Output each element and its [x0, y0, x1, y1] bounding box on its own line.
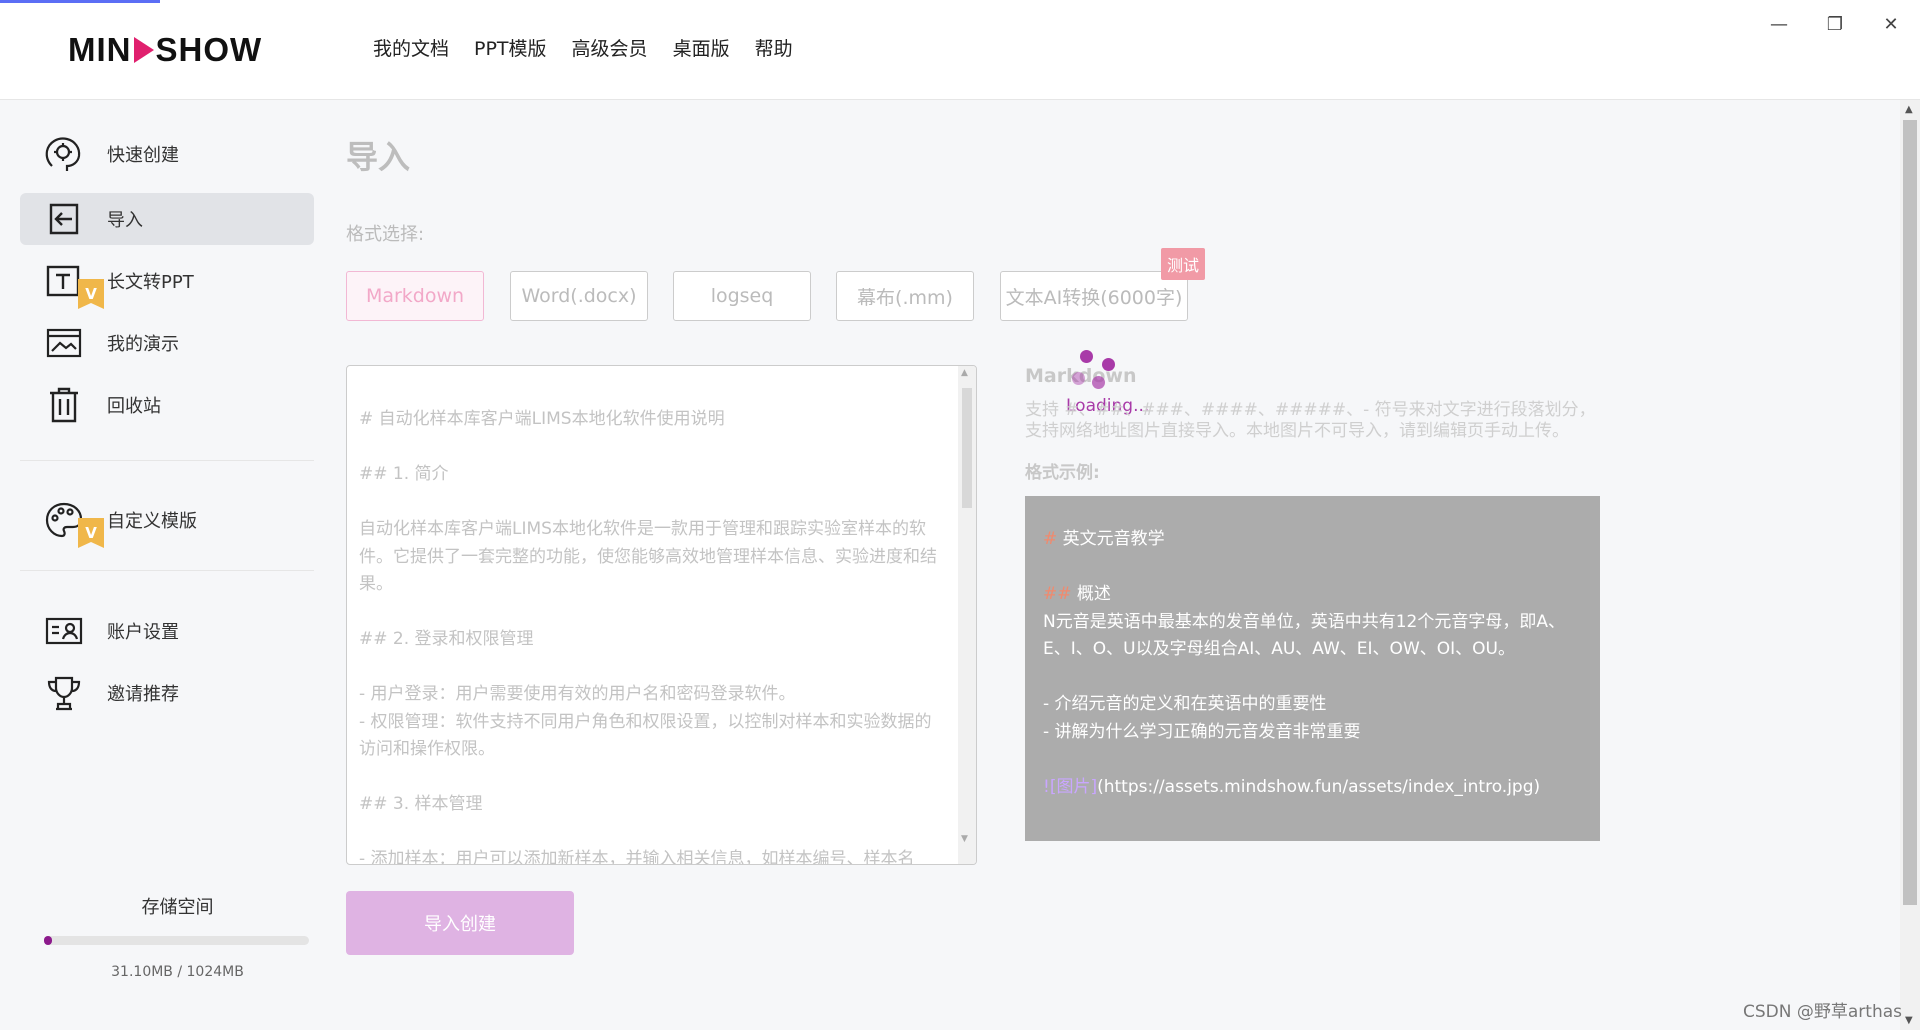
sidebar-item-quick-create[interactable]: 快速创建	[20, 128, 314, 180]
sidebar-item-label: 自定义模版	[107, 511, 197, 532]
example-box: # 英文元音教学 ## 概述 N元音是英语中最基本的发音单位，英语中共有12个元…	[1025, 496, 1600, 841]
example-h2: ## 概述	[1043, 584, 1111, 604]
example-list-item: - 讲解为什么学习正确的元音发音非常重要	[1043, 721, 1361, 742]
import-icon	[42, 197, 86, 241]
format-markdown-button[interactable]: Markdown	[346, 271, 484, 321]
example-label: 格式示例:	[1025, 463, 1100, 483]
account-icon	[42, 609, 86, 653]
vip-badge-icon: V	[78, 279, 104, 309]
spinner-dot	[1080, 350, 1093, 363]
sidebar-item-label: 回收站	[107, 396, 161, 417]
main-content: 导入 格式选择: Markdown Word(.docx) logseq 幕布(…	[330, 100, 1900, 1030]
storage-usage-text: 31.10MB / 1024MB	[111, 964, 244, 980]
brain-icon	[42, 132, 86, 176]
scroll-up-icon[interactable]: ▲	[961, 368, 968, 378]
help-description: 支持 #、##、###、####、#####、- 符号来对文字进行段落划分，支持…	[1025, 400, 1596, 441]
scroll-down-icon[interactable]: ▼	[1905, 1015, 1913, 1026]
markdown-editor[interactable]: # 自动化样本库客户端LIMS本地化软件使用说明 ## 1. 简介 自动化样本库…	[346, 365, 977, 865]
vip-badge-icon: V	[78, 518, 104, 548]
editor-scrollbar[interactable]: ▲ ▼	[958, 366, 976, 864]
play-icon	[133, 37, 154, 63]
editor-content[interactable]: # 自动化样本库客户端LIMS本地化软件使用说明 ## 1. 简介 自动化样本库…	[359, 406, 939, 864]
trash-icon	[42, 383, 86, 427]
test-badge: 测试	[1161, 248, 1206, 280]
trophy-icon	[42, 671, 86, 715]
page-title: 导入	[346, 138, 411, 176]
mindshow-logo[interactable]: MIN SHOW	[68, 30, 262, 70]
format-word-button[interactable]: Word(.docx)	[510, 271, 648, 321]
sidebar: 快速创建 导入 V 长文转PPT 我的演示 回收站 V 自定义模版 账户设置 邀…	[0, 100, 330, 1030]
nav-desktop[interactable]: 桌面版	[673, 34, 730, 61]
logo-text-right: SHOW	[155, 31, 263, 68]
page-scroll-thumb[interactable]	[1903, 120, 1917, 905]
storage-title: 存储空间	[141, 897, 214, 918]
example-paragraph: N元音是英语中最基本的发音单位，英语中共有12个元音字母，即A、E、I、O、U以…	[1043, 611, 1565, 660]
sidebar-item-my-presentations[interactable]: 我的演示	[20, 317, 314, 369]
format-logseq-button[interactable]: logseq	[673, 271, 811, 321]
sidebar-item-label: 快速创建	[107, 145, 179, 166]
sidebar-item-label: 长文转PPT	[107, 272, 194, 293]
format-ai-text-button[interactable]: 文本AI转换(6000字)	[1000, 271, 1188, 321]
nav-help[interactable]: 帮助	[755, 34, 793, 61]
sidebar-item-label: 账户设置	[107, 622, 179, 643]
sidebar-item-label: 导入	[107, 210, 143, 231]
example-list-item: - 介绍元音的定义和在英语中的重要性	[1043, 694, 1327, 714]
sidebar-item-import[interactable]: 导入	[20, 193, 314, 245]
top-nav: 我的文档 PPT模版 高级会员 桌面版 帮助	[373, 34, 818, 61]
sidebar-item-custom-template[interactable]: V 自定义模版	[20, 494, 314, 548]
scroll-down-icon[interactable]: ▼	[961, 834, 968, 844]
window-controls: — ❐ ✕	[1768, 14, 1902, 35]
slides-icon	[42, 321, 86, 365]
close-icon[interactable]: ✕	[1880, 14, 1902, 35]
nav-premium[interactable]: 高级会员	[572, 34, 648, 61]
nav-my-docs[interactable]: 我的文档	[373, 34, 449, 61]
sidebar-divider	[20, 570, 314, 571]
sidebar-item-recycle-bin[interactable]: 回收站	[20, 379, 314, 431]
storage-progress-bar	[44, 936, 309, 945]
format-label: 格式选择:	[346, 224, 425, 245]
example-image-link: ![图片](https://assets.mindshow.fun/assets…	[1043, 776, 1541, 797]
sidebar-divider	[20, 460, 314, 461]
spinner-dot	[1092, 376, 1105, 389]
format-mubu-button[interactable]: 幕布(.mm)	[836, 271, 974, 321]
page-scrollbar[interactable]: ▲ ▼	[1900, 100, 1920, 1030]
logo-text-left: MIN	[68, 31, 132, 68]
sidebar-item-account-settings[interactable]: 账户设置	[20, 605, 314, 657]
top-bar: MIN SHOW 我的文档 PPT模版 高级会员 桌面版 帮助 — ❐ ✕	[0, 0, 1920, 100]
sidebar-item-label: 我的演示	[107, 334, 179, 355]
import-create-button[interactable]: 导入创建	[346, 891, 574, 955]
example-h1: # 英文元音教学	[1043, 529, 1165, 549]
sidebar-item-label: 邀请推荐	[107, 684, 179, 705]
storage-progress-fill	[44, 936, 52, 945]
csdn-watermark: CSDN @野草arthas	[1743, 1002, 1902, 1022]
spinner-dot	[1072, 372, 1085, 385]
spinner-dot	[1102, 358, 1115, 371]
sidebar-item-long-text-ppt[interactable]: V 长文转PPT	[20, 255, 314, 309]
sidebar-item-invite[interactable]: 邀请推荐	[20, 667, 314, 719]
editor-scroll-thumb[interactable]	[962, 388, 972, 508]
page-load-progress	[0, 0, 160, 3]
minimize-icon[interactable]: —	[1768, 14, 1790, 35]
restore-icon[interactable]: ❐	[1824, 14, 1846, 35]
nav-ppt-templates[interactable]: PPT模版	[474, 34, 547, 61]
scroll-up-icon[interactable]: ▲	[1905, 104, 1913, 115]
